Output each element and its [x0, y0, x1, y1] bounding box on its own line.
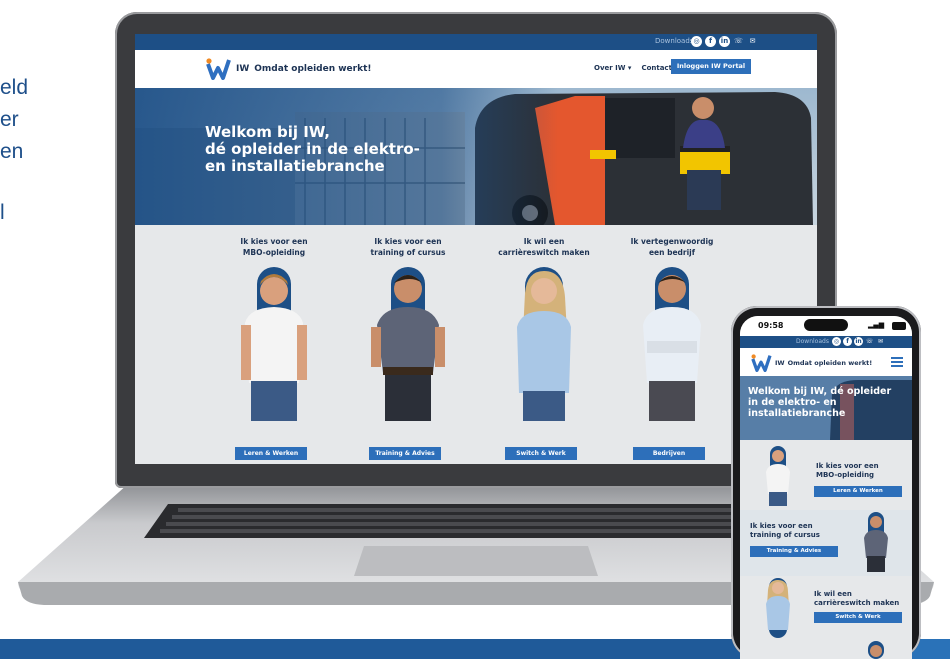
side-text-line-1: eld [0, 76, 29, 99]
site-nav: IW Omdat opleiden werkt! Over IW ▾ Conta… [135, 50, 817, 88]
person-photo [766, 578, 790, 638]
leren-werken-button[interactable]: Leren & Werken [235, 447, 307, 460]
phone-card-mbo[interactable]: Ik kies voor een MBO-opleiding Leren & We… [740, 444, 912, 510]
mail-icon[interactable]: ✉ [747, 36, 758, 47]
side-text: eld er en l [0, 72, 28, 229]
iw-logo-icon [751, 354, 772, 372]
site-topbar: Downloads ◎ f in ☏ ✉ [135, 34, 817, 50]
iw-logo-icon [206, 58, 231, 80]
hero-title: Welkom bij IW, dé opleider in de elektro-… [748, 386, 892, 419]
facebook-icon[interactable]: f [843, 337, 852, 346]
leren-werken-button[interactable]: Leren & Werken [814, 486, 902, 497]
card-heading: Ik wil een carrièreswitch maken [498, 237, 590, 257]
card-heading: Ik kies voor een training of cursus [370, 237, 446, 257]
phone-nav: IW Omdat opleiden werkt! [740, 348, 912, 376]
phone-status-bar: 09:58 ▂▄▆ [740, 316, 912, 336]
person-photo [864, 512, 888, 572]
laptop-screen: Downloads ◎ f in ☏ ✉ IW Omdat opleiden w… [135, 34, 817, 464]
card-heading: Ik wil een carrièreswitch maken [814, 590, 900, 607]
hero-banner: Welkom bij IW, dé opleider in de elektro… [135, 88, 817, 225]
portal-login-button[interactable]: Inloggen IW Portal [671, 59, 751, 74]
side-text-line-3: en [0, 140, 24, 163]
phone-card-switch[interactable]: Ik wil een carrièreswitch maken Switch & … [740, 576, 912, 642]
person-photo [868, 641, 884, 659]
training-advies-button[interactable]: Training & Advies [369, 447, 441, 460]
person-photo [643, 267, 701, 421]
linkedin-icon[interactable]: in [719, 36, 730, 47]
bedrijven-button[interactable]: Bedrijven [633, 447, 705, 460]
mail-icon[interactable]: ✉ [876, 337, 885, 346]
chevron-down-icon: ▾ [627, 64, 632, 72]
switch-werk-button[interactable]: Switch & Werk [505, 447, 577, 460]
site-tagline: Omdat opleiden werkt! [254, 64, 372, 74]
phone-icon[interactable]: ☏ [865, 337, 874, 346]
phone-card-training[interactable]: Ik kies voor een training of cursus Train… [740, 510, 912, 576]
instagram-icon[interactable]: ◎ [691, 36, 702, 47]
person-photo [766, 446, 790, 506]
audience-cards: Ik kies voor een MBO-opleiding Leren & We… [135, 225, 817, 464]
facebook-icon[interactable]: f [705, 36, 716, 47]
person-photo [371, 267, 445, 421]
phone-hero: Welkom bij IW, dé opleider in de elektro-… [740, 376, 912, 440]
hero-title: Welkom bij IW, dé opleider in de elektro… [205, 124, 420, 175]
site-logo[interactable]: IW Omdat opleiden werkt! [205, 58, 372, 80]
hero-title-line-3: en installatiebranche [205, 157, 385, 175]
phone-time: 09:58 [758, 321, 784, 330]
signal-icon: ▂▄▆ [868, 321, 885, 329]
phone-screen: 09:58 ▂▄▆ Downloads ◎ f in ☏ ✉ IW Omdat … [740, 316, 912, 659]
card-heading: Ik kies voor een MBO-opleiding [816, 462, 879, 479]
phone-notch [804, 319, 848, 331]
nav-over-iw[interactable]: Over IW ▾ [594, 64, 631, 72]
linkedin-icon[interactable]: in [854, 337, 863, 346]
downloads-link[interactable]: Downloads [655, 37, 693, 45]
logo-letters: IW [775, 359, 785, 367]
training-advies-button[interactable]: Training & Advies [750, 546, 838, 557]
logo-letters: IW [236, 64, 250, 74]
card-heading: Ik vertegenwoordig een bedrijf [630, 237, 714, 257]
side-text-line-4: l [0, 201, 5, 224]
site-logo[interactable]: IW Omdat opleiden werkt! [750, 354, 872, 372]
hamburger-menu-icon[interactable] [891, 357, 903, 367]
phone-topbar: Downloads ◎ f in ☏ ✉ [740, 336, 912, 348]
site-tagline: Omdat opleiden werkt! [787, 359, 873, 367]
downloads-link[interactable]: Downloads [796, 338, 829, 345]
hero-title-line-2: dé opleider in de elektro- [205, 140, 420, 158]
instagram-icon[interactable]: ◎ [832, 337, 841, 346]
battery-icon [892, 322, 906, 330]
card-heading: Ik kies voor een training of cursus [750, 522, 820, 539]
person-photo [241, 267, 307, 421]
switch-werk-button[interactable]: Switch & Werk [814, 612, 902, 623]
side-text-line-2: er [0, 108, 19, 131]
nav-contact[interactable]: Contact [641, 64, 672, 72]
phone-icon[interactable]: ☏ [733, 36, 744, 47]
person-photo [517, 267, 571, 421]
hero-title-line-1: Welkom bij IW, [205, 123, 330, 141]
card-heading: Ik kies voor een MBO-opleiding [240, 237, 308, 257]
